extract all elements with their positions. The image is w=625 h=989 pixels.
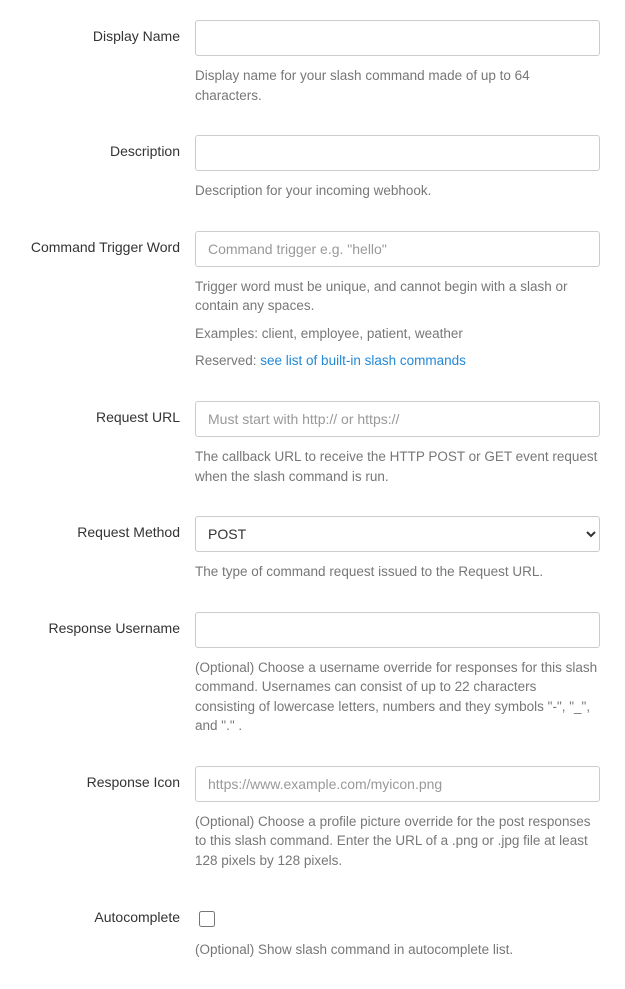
help-response-username: (Optional) Choose a username override fo… [195,658,600,736]
label-request-method: Request Method [0,516,195,582]
help-autocomplete: (Optional) Show slash command in autocom… [195,940,600,960]
row-response-username: Response Username (Optional) Choose a us… [0,612,615,736]
label-request-url: Request URL [0,401,195,486]
reserved-prefix: Reserved: [195,353,260,368]
row-autocomplete: Autocomplete (Optional) Show slash comma… [0,901,615,960]
help-trigger-reserved: Reserved: see list of built-in slash com… [195,351,600,371]
slash-command-form: Display Name Display name for your slash… [0,0,625,989]
request-method-select[interactable]: POST [195,516,600,552]
label-response-icon: Response Icon [0,766,195,871]
label-trigger: Command Trigger Word [0,231,195,371]
trigger-input[interactable] [195,231,600,267]
help-trigger-2: Examples: client, employee, patient, wea… [195,324,600,344]
help-display-name: Display name for your slash command made… [195,66,600,105]
label-description: Description [0,135,195,201]
builtin-commands-link[interactable]: see list of built-in slash commands [260,353,466,368]
label-display-name: Display Name [0,20,195,105]
row-request-url: Request URL The callback URL to receive … [0,401,615,486]
display-name-input[interactable] [195,20,600,56]
row-description: Description Description for your incomin… [0,135,615,201]
autocomplete-checkbox[interactable] [199,911,215,927]
row-response-icon: Response Icon (Optional) Choose a profil… [0,766,615,871]
row-request-method: Request Method POST The type of command … [0,516,615,582]
help-trigger-1: Trigger word must be unique, and cannot … [195,277,600,316]
help-request-url: The callback URL to receive the HTTP POS… [195,447,600,486]
response-icon-input[interactable] [195,766,600,802]
response-username-input[interactable] [195,612,600,648]
label-autocomplete: Autocomplete [0,901,195,960]
row-display-name: Display Name Display name for your slash… [0,20,615,105]
help-request-method: The type of command request issued to th… [195,562,600,582]
request-url-input[interactable] [195,401,600,437]
label-response-username: Response Username [0,612,195,736]
row-trigger: Command Trigger Word Trigger word must b… [0,231,615,371]
help-description: Description for your incoming webhook. [195,181,600,201]
help-response-icon: (Optional) Choose a profile picture over… [195,812,600,871]
description-input[interactable] [195,135,600,171]
